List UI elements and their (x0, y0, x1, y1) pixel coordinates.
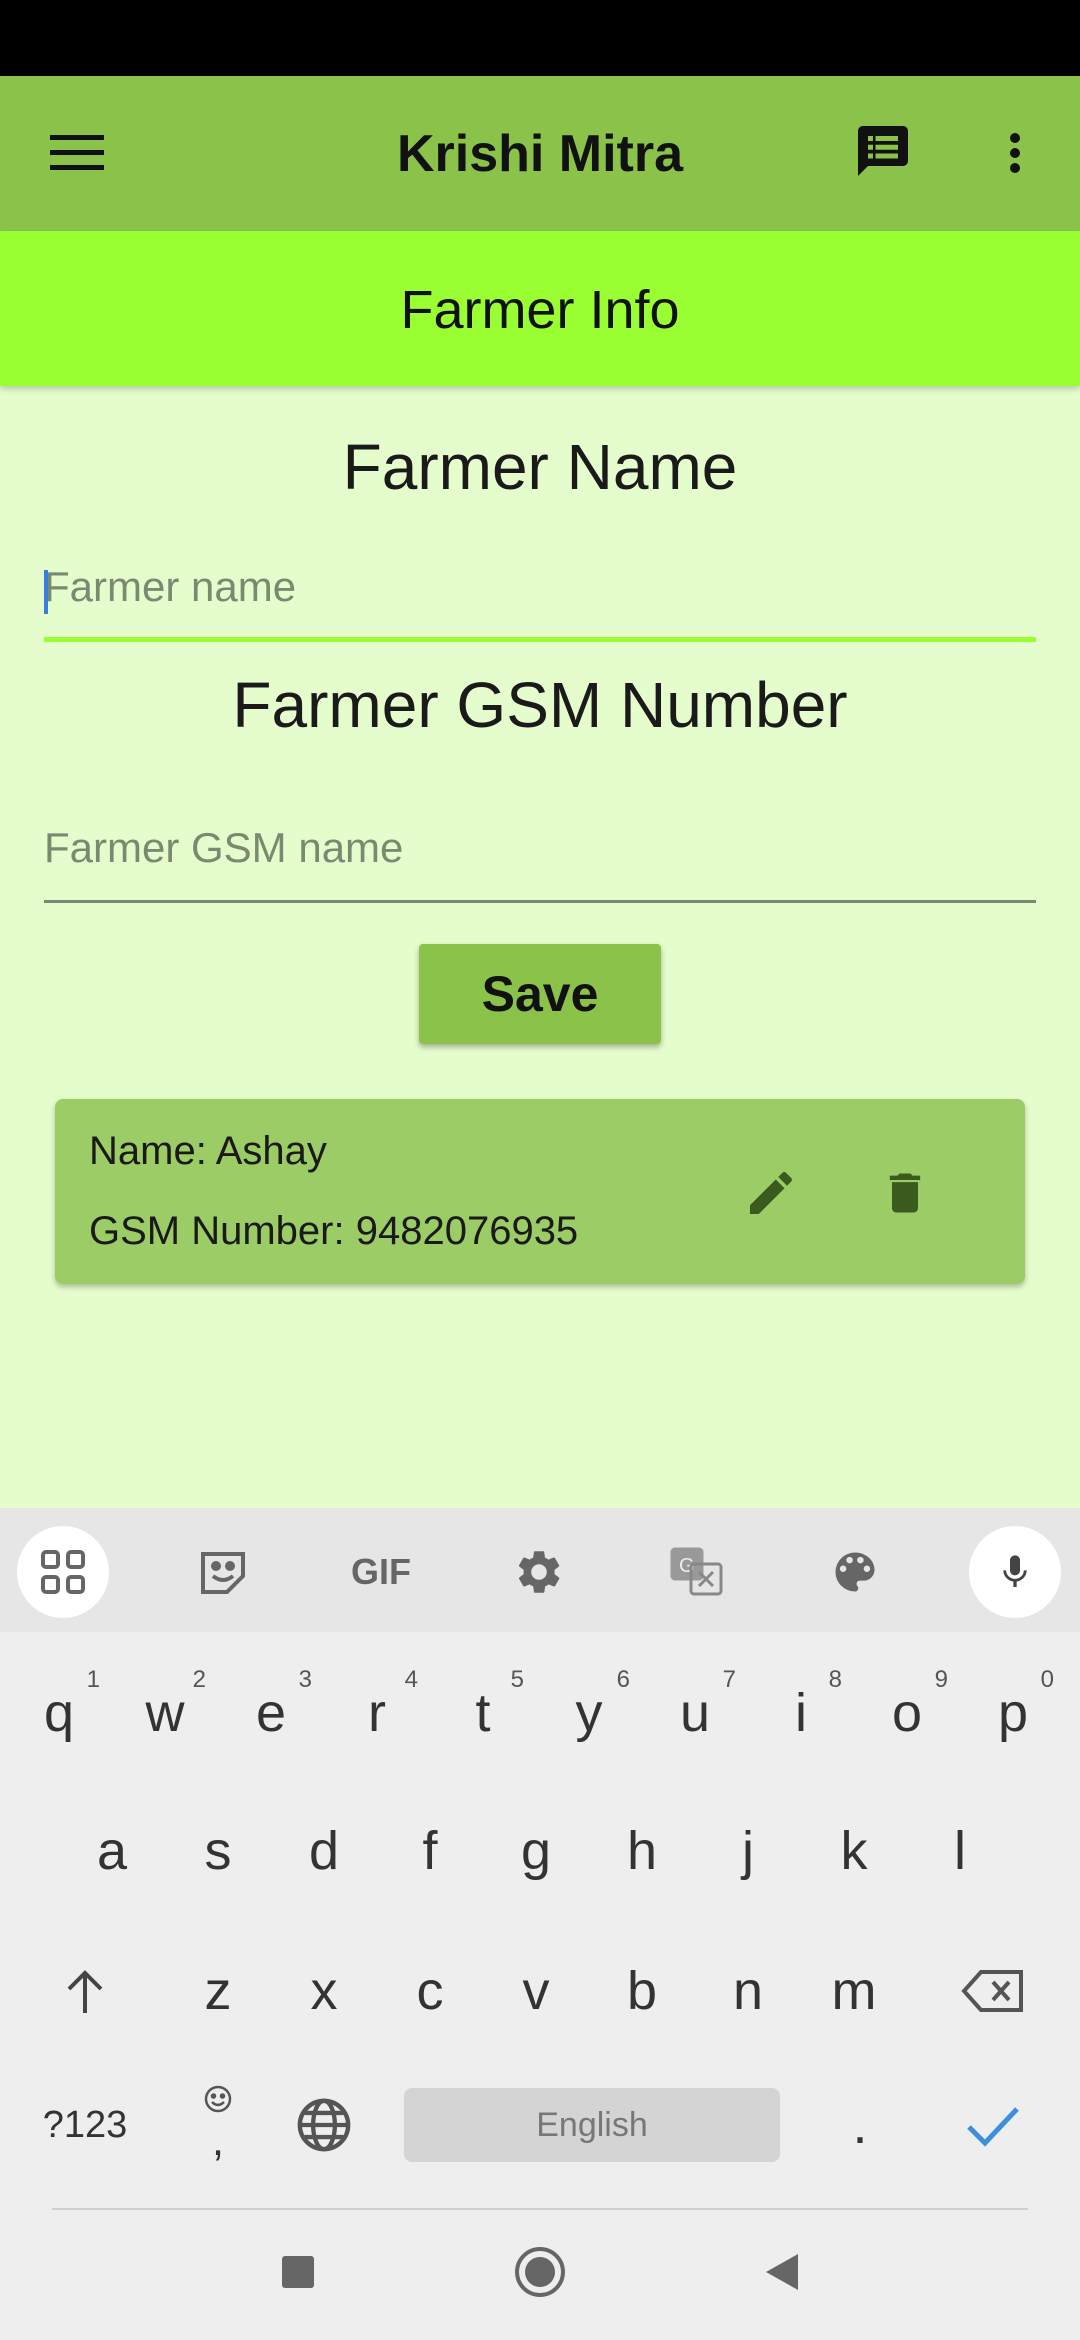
space-bar[interactable]: English (404, 2088, 780, 2162)
sticker-icon[interactable] (177, 1526, 269, 1618)
key-d[interactable]: d (279, 1796, 369, 1906)
section-title: Farmer Info (400, 280, 680, 340)
shift-arrow-icon[interactable] (40, 1936, 130, 2046)
app-bar: Krishi Mitra (0, 76, 1080, 231)
delete-trash-icon[interactable] (869, 1157, 941, 1229)
emoji-comma-key[interactable]: , (173, 2070, 263, 2180)
key-w[interactable]: w2 (120, 1658, 210, 1768)
key-v[interactable]: v (491, 1936, 581, 2046)
key-k[interactable]: k (809, 1796, 899, 1906)
key-x[interactable]: x (279, 1936, 369, 2046)
key-l[interactable]: l (915, 1796, 1005, 1906)
edit-pencil-icon[interactable] (735, 1157, 807, 1229)
enter-check-icon[interactable] (948, 2070, 1038, 2180)
key-y[interactable]: y6 (544, 1658, 634, 1768)
nav-divider (52, 2208, 1028, 2210)
farmer-name-input[interactable] (44, 542, 1036, 632)
save-button[interactable]: Save (419, 944, 661, 1044)
status-bar (0, 0, 1080, 76)
keyboard-toolbar: GIF G (0, 1508, 1080, 1632)
key-j[interactable]: j (703, 1796, 793, 1906)
translate-icon[interactable]: G (651, 1526, 743, 1618)
message-list-icon[interactable] (846, 114, 920, 188)
recents-square-icon[interactable] (270, 2244, 326, 2300)
farmer-gsm-field[interactable] (44, 803, 1036, 903)
key-n[interactable]: n (703, 1936, 793, 2046)
backspace-icon[interactable] (948, 1936, 1038, 2046)
key-m[interactable]: m (809, 1936, 899, 2046)
key-p[interactable]: p0 (968, 1658, 1058, 1768)
key-u[interactable]: u7 (650, 1658, 740, 1768)
text-caret (44, 570, 48, 614)
farmer-gsm-input[interactable] (44, 803, 1036, 893)
farmer-card-gsm: GSM Number: 9482076935 (89, 1209, 579, 1253)
farmer-gsm-underline (44, 900, 1036, 903)
farmer-card-name: Name: Ashay (89, 1129, 327, 1173)
key-s[interactable]: s (173, 1796, 263, 1906)
apps-grid-icon[interactable] (17, 1526, 109, 1618)
key-a[interactable]: a (67, 1796, 157, 1906)
farmer-name-underline (44, 637, 1036, 642)
key-b[interactable]: b (597, 1936, 687, 2046)
settings-gear-icon[interactable] (493, 1526, 585, 1618)
key-e[interactable]: e3 (226, 1658, 316, 1768)
home-circle-icon[interactable] (512, 2244, 568, 2300)
key-q[interactable]: q1 (14, 1658, 104, 1768)
back-triangle-icon[interactable] (754, 2244, 810, 2300)
theme-palette-icon[interactable] (809, 1526, 901, 1618)
farmer-name-field[interactable] (44, 542, 1036, 642)
gif-icon[interactable]: GIF (335, 1526, 427, 1618)
period-key[interactable]: . (815, 2070, 905, 2180)
key-r[interactable]: r4 (332, 1658, 422, 1768)
symbols-key[interactable]: ?123 (20, 2070, 150, 2180)
key-f[interactable]: f (385, 1796, 475, 1906)
more-vertical-icon[interactable] (990, 120, 1040, 186)
microphone-icon[interactable] (969, 1526, 1061, 1618)
farmer-name-heading: Farmer Name (342, 431, 738, 503)
globe-language-icon[interactable] (279, 2070, 369, 2180)
farmer-gsm-heading: Farmer GSM Number (232, 669, 848, 741)
key-h[interactable]: h (597, 1796, 687, 1906)
farmer-card: Name: Ashay GSM Number: 9482076935 (55, 1099, 1025, 1284)
key-i[interactable]: i8 (756, 1658, 846, 1768)
key-z[interactable]: z (173, 1936, 263, 2046)
soft-keyboard: GIF G q1 w2 e3 r4 t5 y6 u7 i8 o9 p0 a s … (0, 1508, 1080, 2340)
key-c[interactable]: c (385, 1936, 475, 2046)
key-o[interactable]: o9 (862, 1658, 952, 1768)
key-g[interactable]: g (491, 1796, 581, 1906)
section-header: Farmer Info (0, 231, 1080, 386)
key-t[interactable]: t5 (438, 1658, 528, 1768)
